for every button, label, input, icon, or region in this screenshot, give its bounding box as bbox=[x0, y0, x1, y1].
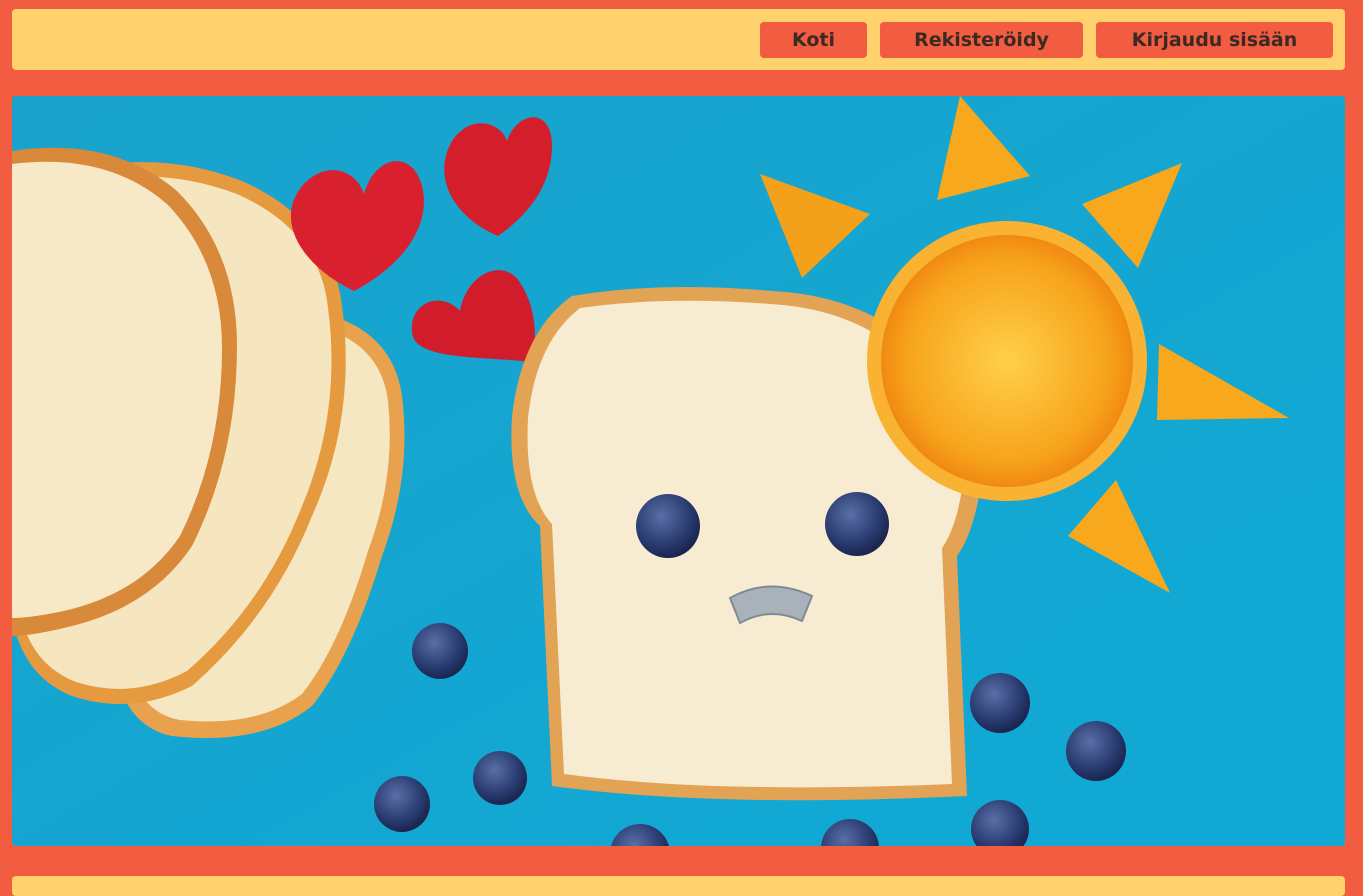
top-navbar: Koti Rekisteröidy Kirjaudu sisään bbox=[12, 9, 1345, 70]
nav-login-button[interactable]: Kirjaudu sisään bbox=[1096, 22, 1333, 58]
hero-illustration bbox=[12, 96, 1345, 846]
footer-bar bbox=[12, 876, 1345, 896]
hero-image bbox=[12, 96, 1345, 846]
nav-register-button[interactable]: Rekisteröidy bbox=[880, 22, 1083, 58]
blueberry-eye-right bbox=[825, 492, 889, 556]
nav-home-button[interactable]: Koti bbox=[760, 22, 867, 58]
blueberry-eye-left bbox=[636, 494, 700, 558]
